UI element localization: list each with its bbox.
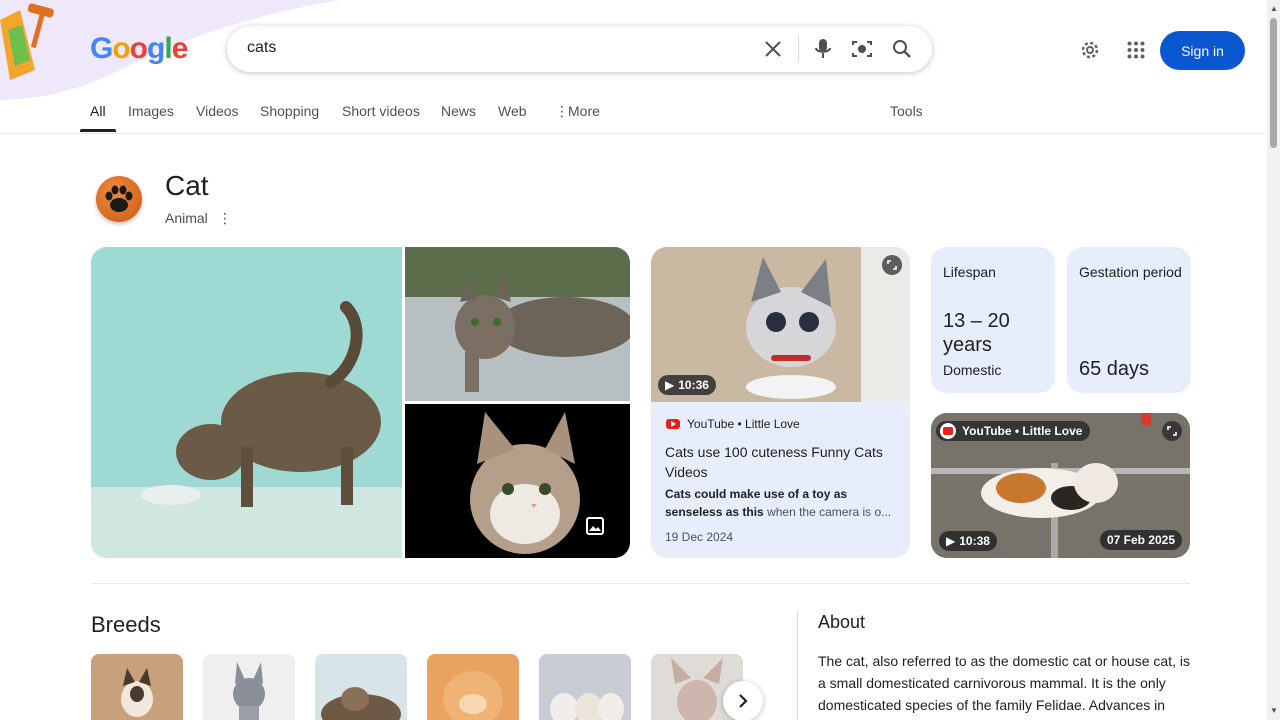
logo-letter: o: [112, 32, 130, 65]
fact-card-lifespan[interactable]: Lifespan 13 – 20 years Domestic: [931, 247, 1055, 393]
play-icon: ▶: [946, 534, 956, 548]
scrollbar-thumb[interactable]: [1270, 18, 1277, 148]
tools-button[interactable]: Tools: [890, 103, 923, 119]
video-snippet: Cats could make use of a toy as senseles…: [665, 485, 900, 521]
tabby-cat-image[interactable]: [405, 247, 630, 401]
about-heading: About: [818, 612, 866, 632]
tab-web[interactable]: Web: [498, 103, 527, 119]
fact-value: 13 – 20 years: [943, 310, 1010, 356]
settings-gear-icon[interactable]: [1078, 38, 1102, 62]
entity-subtitle: Animal: [165, 210, 208, 226]
sign-in-button[interactable]: Sign in: [1160, 31, 1245, 70]
paw-icon: [96, 176, 142, 222]
video-title[interactable]: Cats use 100 cuteness Funny Cats Videos: [665, 442, 900, 482]
youtube-icon: [940, 423, 956, 439]
section-divider: [91, 583, 1190, 584]
tab-news[interactable]: News: [441, 103, 476, 119]
video-date: 07 Feb 2025: [1099, 530, 1182, 550]
entity-title: Cat: [165, 170, 209, 201]
video-duration: ▶ 10:36: [658, 375, 716, 395]
search-box[interactable]: cats: [227, 26, 932, 72]
video-duration: ▶ 10:38: [939, 531, 997, 551]
apps-grid-icon[interactable]: [1124, 38, 1148, 62]
tab-images[interactable]: Images: [128, 103, 174, 119]
breed-persian-image[interactable]: [427, 654, 519, 720]
image-gallery-icon[interactable]: [586, 517, 604, 540]
duration-text: 10:36: [678, 378, 709, 392]
video-source[interactable]: YouTube • Little Love: [936, 421, 1091, 441]
expand-icon[interactable]: [882, 255, 902, 275]
kitten-image[interactable]: [405, 404, 630, 558]
fact-value: 65 days: [1079, 358, 1150, 380]
fact-note: Domestic: [943, 362, 1002, 378]
fact-label: Gestation period: [1079, 264, 1182, 280]
microphone-icon[interactable]: [811, 37, 835, 61]
video-source[interactable]: YouTube • Little Love: [666, 417, 800, 431]
fact-card-gestation[interactable]: Gestation period 65 days: [1067, 247, 1191, 393]
play-icon: ▶: [665, 378, 675, 392]
scroll-down-icon[interactable]: ▼: [1270, 706, 1278, 715]
logo-letter: g: [147, 32, 165, 65]
fact-label: Lifespan: [943, 264, 996, 280]
expand-icon[interactable]: [1162, 421, 1182, 441]
duration-text: 10:38: [959, 534, 990, 548]
logo-letter: e: [171, 32, 189, 65]
column-divider: [797, 610, 798, 720]
breed-maine-coon-image[interactable]: [315, 654, 407, 720]
tab-all[interactable]: All: [90, 103, 106, 119]
search-divider: [798, 35, 799, 63]
source-label: YouTube • Little Love: [687, 417, 800, 431]
breeds-heading: Breeds: [91, 612, 161, 637]
tab-videos[interactable]: Videos: [196, 103, 239, 119]
tab-shopping[interactable]: Shopping: [260, 103, 319, 119]
google-logo[interactable]: Google: [90, 32, 189, 66]
breed-british-shorthair-image[interactable]: [203, 654, 295, 720]
entity-options-icon[interactable]: ⋮: [218, 210, 232, 227]
tab-more[interactable]: More: [568, 103, 600, 119]
more-menu-icon[interactable]: ⋮: [555, 103, 569, 120]
active-tab-indicator: [80, 129, 116, 132]
search-input[interactable]: cats: [247, 39, 276, 57]
source-label: YouTube • Little Love: [962, 424, 1083, 438]
cat-eating-image[interactable]: [91, 247, 402, 558]
page-scrollbar[interactable]: ▲ ▼: [1267, 0, 1280, 720]
breed-siamese-image[interactable]: [91, 654, 183, 720]
chevron-right-icon: [739, 694, 748, 708]
tab-short-videos[interactable]: Short videos: [342, 103, 420, 119]
video-thumbnail[interactable]: ▶ 10:36: [651, 247, 910, 402]
breed-ragdoll-image[interactable]: [539, 654, 631, 720]
clear-icon[interactable]: [761, 37, 785, 61]
about-description: The cat, also referred to as the domesti…: [818, 653, 1190, 713]
video-date: 19 Dec 2024: [665, 530, 734, 544]
logo-letter: G: [90, 32, 113, 65]
search-tabs: All Images Videos Shopping Short videos …: [0, 100, 1267, 134]
scroll-up-icon[interactable]: ▲: [1270, 4, 1278, 13]
video-result-thumbnail[interactable]: YouTube • Little Love ▶ 10:38 07 Feb 2025: [931, 413, 1190, 558]
carousel-next-button[interactable]: [723, 681, 763, 720]
video-result-card[interactable]: ▶ 10:36 YouTube • Little Love Cats use 10…: [651, 247, 910, 558]
logo-letter: o: [129, 32, 148, 65]
logo-letter: l: [164, 32, 172, 65]
snippet-rest: when the camera is o...: [763, 505, 892, 519]
search-icon[interactable]: [890, 37, 914, 61]
youtube-icon: [666, 419, 680, 429]
camera-lens-icon[interactable]: [850, 37, 874, 61]
